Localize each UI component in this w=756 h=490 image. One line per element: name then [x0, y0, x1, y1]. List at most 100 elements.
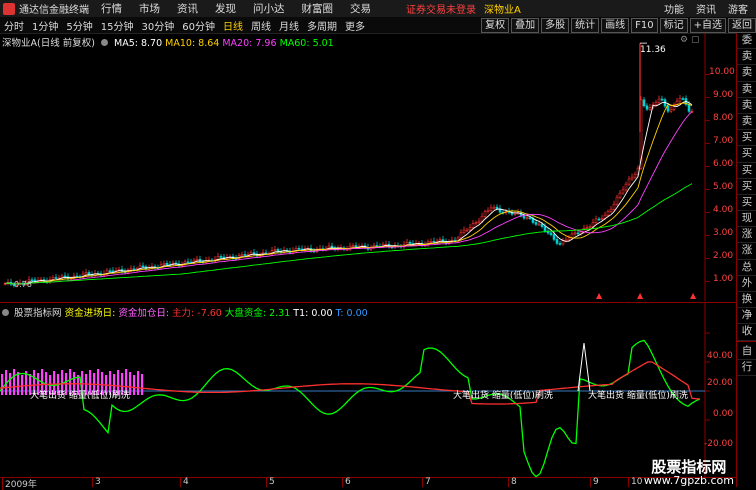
candle-body — [612, 203, 616, 210]
quote-sidebar: 委比卖五卖四卖三卖二卖一买一买二买三买四买五现价涨跌涨幅总量外盘换手净资收益自动… — [736, 33, 756, 487]
candle-body — [465, 229, 469, 232]
period-more[interactable]: 更多 — [341, 18, 369, 33]
app-logo-icon — [3, 2, 15, 15]
period-timeshare[interactable]: 分时 — [0, 18, 28, 33]
sidebar-item[interactable]: 买二 — [737, 146, 756, 163]
candle-body — [489, 207, 493, 211]
annotation-text: 大笔出货 缩量(低位)刷洗 — [30, 391, 130, 401]
menu-item-wealth[interactable]: 财富圈 — [302, 1, 334, 16]
candle-body — [108, 270, 112, 273]
event-marker: ▲ — [596, 291, 603, 300]
candle-body — [537, 223, 541, 226]
menu-item-trade[interactable]: 交易 — [350, 1, 371, 16]
sidebar-item[interactable]: 买五 — [737, 195, 756, 212]
sidebar-item[interactable]: 买四 — [737, 179, 756, 195]
sidebar-item[interactable]: 卖一 — [737, 114, 756, 131]
indicator-panel[interactable]: 股票指标网 资金进场日: 资金加仓日: 主力: -7.60 大盘资金: 2.31… — [0, 302, 736, 478]
candle-body — [642, 99, 646, 107]
period-weekly[interactable]: 周线 — [247, 18, 275, 33]
sidebar-item[interactable]: 卖四 — [737, 65, 756, 82]
sidebar-item[interactable]: 卖三 — [737, 82, 756, 98]
login-notice[interactable]: 证券交易未登录 — [406, 1, 476, 16]
period-daily[interactable]: 日线 — [219, 18, 247, 33]
sidebar-item[interactable]: 买一 — [737, 130, 756, 147]
candle-body — [471, 223, 475, 228]
overlay-button[interactable]: 叠加 — [511, 17, 540, 33]
candle-body — [609, 209, 613, 212]
candle-body — [54, 277, 58, 279]
candle-body — [576, 232, 580, 235]
menu-item-discover[interactable]: 发现 — [215, 1, 236, 16]
candle-body — [594, 218, 598, 223]
price-tick: 5.00 — [713, 182, 734, 192]
sidebar-item[interactable]: 自动 — [737, 344, 756, 360]
kline-panel[interactable]: 深物业A(日线 前复权) MA5: 8.70 MA10: 8.64 MA20: … — [0, 33, 736, 301]
watermark: 股票指标网 www.7gpzb.com — [643, 459, 734, 488]
event-marker: ▲ — [690, 291, 697, 300]
sidebar-item[interactable]: 现价 — [737, 211, 756, 228]
period-15min[interactable]: 15分钟 — [97, 18, 138, 33]
time-tick: 9 — [590, 477, 599, 487]
stats-button[interactable]: 统计 — [571, 17, 600, 33]
sidebar-item[interactable]: 委比 — [737, 33, 756, 50]
menu-info[interactable]: 资讯 — [696, 1, 716, 16]
candle-body — [63, 275, 67, 278]
sidebar-item[interactable]: 外盘 — [737, 276, 756, 292]
menu-guest[interactable]: 游客 — [728, 1, 748, 16]
price-tick: 8.00 — [713, 113, 734, 123]
period-monthly[interactable]: 月线 — [275, 18, 303, 33]
period-1min[interactable]: 1分钟 — [28, 18, 62, 33]
draw-line-button[interactable]: 画线 — [601, 17, 630, 33]
menu-item-ask[interactable]: 问小达 — [253, 1, 285, 16]
period-30min[interactable]: 30分钟 — [137, 18, 178, 33]
candle-body — [660, 98, 664, 101]
sidebar-item[interactable]: 净资 — [737, 308, 756, 325]
sidebar-item[interactable]: 总量 — [737, 260, 756, 276]
mark-button[interactable]: 标记 — [659, 17, 688, 33]
candle-body — [462, 229, 466, 233]
sidebar-item[interactable]: 涨幅 — [737, 243, 756, 260]
candle-body — [621, 189, 625, 194]
candle-body — [513, 212, 517, 215]
time-axis: 2009年 3 4 5 6 7 8 9 10 — [0, 477, 736, 490]
time-tick: 7 — [422, 477, 431, 487]
sidebar-item[interactable]: 卖五 — [737, 49, 756, 66]
sidebar-item[interactable]: 涨跌 — [737, 227, 756, 244]
period-multi[interactable]: 多周期 — [303, 18, 341, 33]
candle-body — [687, 104, 691, 112]
candle-body — [429, 240, 433, 243]
sidebar-item[interactable]: 行情 — [737, 360, 756, 376]
ma20-line — [4, 111, 693, 285]
sidebar-item[interactable]: 买三 — [737, 163, 756, 179]
candle-body — [240, 254, 244, 257]
add-watchlist-button[interactable]: +自选 — [689, 17, 726, 33]
menu-item-quotes[interactable]: 行情 — [101, 1, 122, 16]
fund-add-bar — [13, 369, 16, 395]
candle-body — [459, 232, 463, 239]
period-5min[interactable]: 5分钟 — [62, 18, 96, 33]
candle-body — [297, 247, 301, 250]
price-tick: 6.00 — [713, 159, 734, 169]
sidebar-item[interactable]: 收益 — [737, 324, 756, 341]
price-tick: 9.00 — [713, 90, 734, 100]
candle-body — [600, 217, 604, 220]
sidebar-item[interactable]: 卖二 — [737, 98, 756, 114]
adjust-button[interactable]: 复权 — [481, 17, 510, 33]
candle-body — [528, 217, 532, 219]
menu-function[interactable]: 功能 — [664, 1, 684, 16]
watermark-url: www.7gpzb.com — [643, 474, 734, 488]
sidebar-item[interactable]: 换手 — [737, 292, 756, 309]
candle-body — [627, 178, 631, 185]
candle-body — [480, 215, 484, 222]
period-60min[interactable]: 60分钟 — [178, 18, 219, 33]
f10-button[interactable]: F10 — [631, 17, 658, 33]
back-button[interactable]: 返回 — [728, 17, 756, 33]
menu-item-market[interactable]: 市场 — [139, 1, 160, 16]
candle-body — [573, 232, 577, 235]
candle-body — [543, 226, 547, 232]
candle-body — [555, 239, 559, 244]
price-tick: 3.00 — [713, 228, 734, 238]
multi-stock-button[interactable]: 多股 — [541, 17, 570, 33]
market-fund-line — [0, 339, 701, 478]
menu-item-news[interactable]: 资讯 — [177, 1, 198, 16]
